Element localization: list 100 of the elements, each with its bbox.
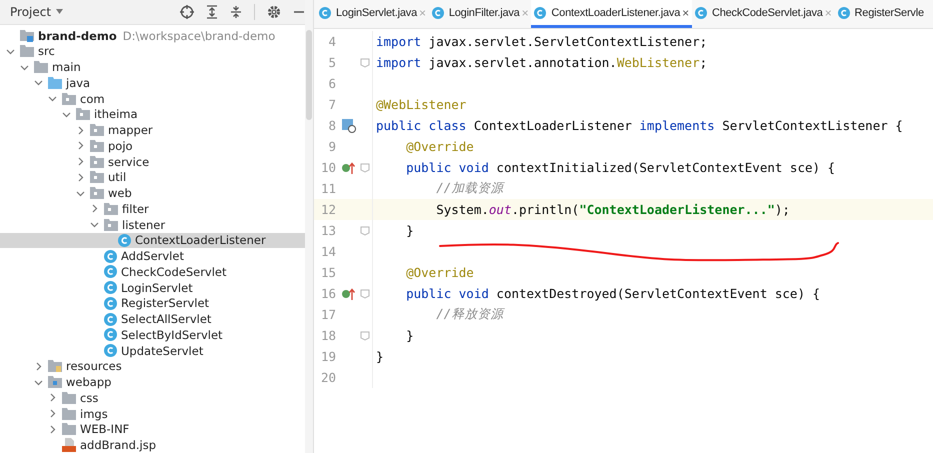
tree-item[interactable]: addBrand.jsp (80, 438, 156, 452)
expanded-chevron-icon[interactable] (34, 78, 43, 88)
settings-icon[interactable] (267, 4, 281, 19)
collapsed-chevron-icon[interactable] (76, 157, 85, 166)
folder-icon (90, 156, 104, 168)
tree-item[interactable]: com (80, 92, 105, 106)
line-number: 5 (327, 55, 336, 70)
collapsed-chevron-icon[interactable] (76, 141, 85, 150)
line-number: 11 (320, 181, 336, 196)
jsp-file-icon (62, 438, 76, 452)
folder-icon (76, 108, 90, 120)
tree-item[interactable]: WEB-INF (80, 422, 130, 436)
tree-item[interactable]: filter (122, 202, 149, 216)
override-gutter-icon[interactable] (342, 162, 356, 174)
folder-icon (20, 45, 34, 58)
collapse-all-icon[interactable] (230, 4, 242, 19)
tree-item[interactable]: src (38, 44, 55, 58)
override-gutter-icon[interactable] (342, 288, 356, 300)
expanded-chevron-icon[interactable] (20, 62, 29, 72)
folder-icon (90, 124, 104, 136)
tree-item[interactable]: web (108, 186, 132, 200)
collapsed-chevron-icon[interactable] (34, 362, 43, 371)
folder-icon (34, 61, 48, 74)
class-icon (118, 234, 131, 247)
tree-item[interactable]: SelectByIdServlet (121, 328, 223, 342)
expanded-chevron-icon[interactable] (76, 188, 85, 198)
collapsed-chevron-icon[interactable] (48, 424, 57, 434)
folder-icon (48, 376, 62, 388)
folder-icon (48, 76, 62, 89)
class-icon (694, 6, 707, 18)
project-name[interactable]: brand-demo (38, 28, 117, 43)
fold-marker-icon[interactable] (360, 288, 370, 298)
tree-item[interactable]: css (80, 390, 98, 405)
class-icon (104, 312, 117, 326)
fold-marker-icon[interactable] (360, 58, 370, 68)
tree-item[interactable]: main (52, 60, 81, 74)
fold-marker-icon[interactable] (360, 162, 370, 172)
editor-tab[interactable]: LoginServlet.java × (316, 0, 429, 28)
dropdown-caret-icon[interactable] (56, 9, 64, 14)
class-icon (534, 6, 546, 18)
class-icon (319, 6, 331, 18)
tree-item[interactable]: util (108, 170, 126, 184)
folder-icon (104, 202, 118, 215)
collapsed-chevron-icon[interactable] (48, 409, 57, 418)
code-line: import javax.servlet.annotation.WebListener; (376, 55, 708, 70)
code-line: public void contextInitialized(ServletContextEvent sce) { (405, 160, 836, 175)
class-icon (104, 296, 117, 310)
module-icon (20, 29, 34, 42)
editor-tab[interactable]: CheckCodeServlet.java × (692, 0, 835, 28)
expand-all-icon[interactable] (206, 4, 218, 19)
folder-icon (62, 423, 76, 436)
code-line: System.out.println("ContextLoaderListener..."); (435, 202, 790, 217)
line-number: 9 (327, 139, 336, 154)
expanded-chevron-icon[interactable] (34, 378, 43, 387)
expanded-chevron-icon[interactable] (6, 46, 15, 56)
folder-icon (104, 218, 118, 231)
editor-tab[interactable]: ContextLoaderListener.java × (531, 0, 692, 28)
fold-marker-icon[interactable] (360, 226, 370, 236)
code-line: //加载资源 (435, 180, 504, 197)
expanded-chevron-icon[interactable] (90, 220, 99, 230)
tree-item[interactable]: UpdateServlet (121, 344, 204, 358)
tree-item[interactable]: itheima (94, 107, 138, 122)
editor-tab[interactable]: RegisterServle (834, 0, 927, 28)
class-icon (104, 265, 117, 278)
collapsed-chevron-icon[interactable] (76, 126, 85, 135)
collapsed-chevron-icon[interactable] (76, 172, 85, 182)
folder-icon (62, 92, 76, 105)
line-number: 17 (320, 307, 336, 322)
expanded-chevron-icon[interactable] (62, 110, 71, 119)
tree-item[interactable]: java (66, 76, 90, 90)
tree-item[interactable]: resources (66, 359, 122, 374)
editor-tab[interactable]: LoginFilter.java × (428, 0, 532, 28)
tree-item[interactable]: pojo (108, 138, 133, 153)
line-number: 13 (320, 223, 336, 238)
expanded-chevron-icon[interactable] (48, 94, 57, 104)
class-icon (104, 281, 117, 294)
tree-item[interactable]: AddServlet (121, 249, 184, 264)
line-number: 19 (320, 349, 336, 364)
class-icon (104, 344, 117, 358)
collapsed-chevron-icon[interactable] (90, 204, 99, 214)
line-number: 15 (320, 265, 336, 280)
tree-item[interactable]: webapp (66, 375, 112, 390)
crosshair-icon[interactable] (180, 4, 194, 19)
fold-marker-icon[interactable] (360, 330, 370, 340)
code-line: public void contextDestroyed(ServletContextEvent sce) { (405, 286, 820, 301)
tree-item[interactable]: CheckCodeServlet (121, 264, 227, 279)
code-line: @WebListener (376, 97, 466, 112)
class-icon (432, 6, 444, 18)
class-icon (838, 6, 850, 18)
implemented-gutter-icon[interactable] (342, 118, 356, 132)
tree-item[interactable]: mapper (108, 123, 153, 138)
tree-item[interactable]: service (108, 154, 150, 169)
collapsed-chevron-icon[interactable] (48, 393, 57, 402)
tree-item[interactable]: imgs (80, 406, 108, 421)
scrollbar-thumb[interactable] (306, 30, 312, 120)
panel-title[interactable]: Project (10, 4, 52, 19)
tree-item[interactable]: LoginServlet (121, 280, 193, 295)
tree-item[interactable]: SelectAllServlet (121, 312, 212, 326)
tree-item[interactable]: RegisterServlet (121, 296, 210, 310)
tree-item[interactable]: listener (122, 218, 166, 232)
